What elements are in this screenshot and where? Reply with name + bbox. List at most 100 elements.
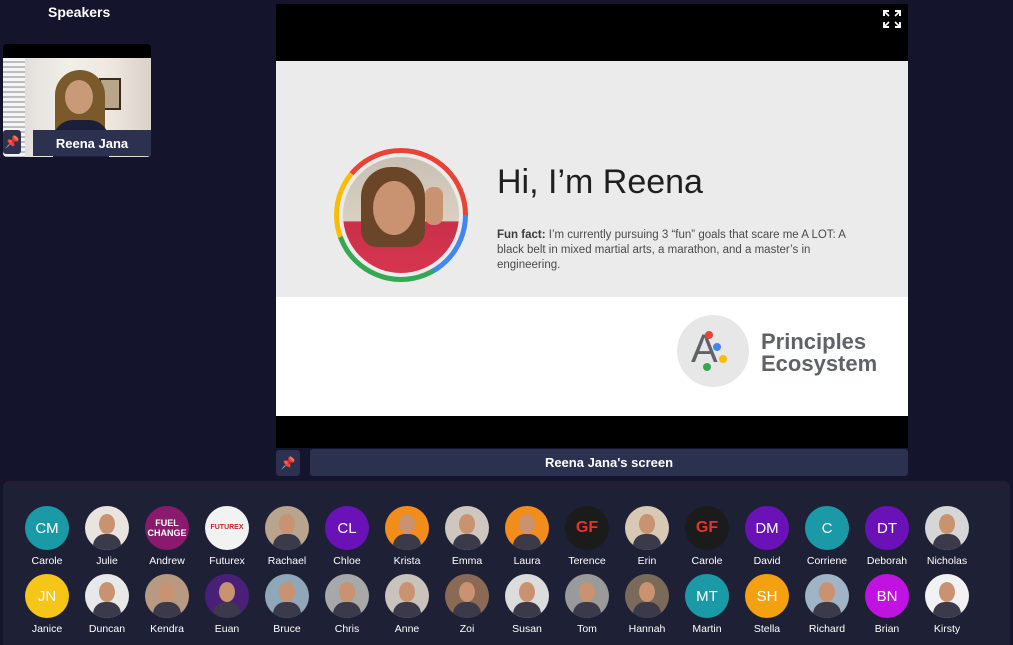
pin-screen-button[interactable]: 📌 [276,450,300,476]
screen-share[interactable]: Hi, I’m Reena Fun fact: I’m currently pu… [276,4,908,448]
avatar-photo-body [453,602,481,618]
profile-photo-ring [334,148,468,282]
avatar-photo [159,582,175,602]
attendee-name: David [753,555,781,567]
attendee[interactable]: DM David [737,506,797,567]
attendee[interactable]: JN Janice [17,574,77,635]
attendee-name: Deborah [866,555,908,567]
attendee-name: Stella [753,623,781,635]
attendee[interactable]: FUEL CHANGE Andrew [137,506,197,567]
attendee[interactable]: Julie [77,506,137,567]
attendee[interactable]: Chris [317,574,377,635]
attendee[interactable]: Erin [617,506,677,567]
attendee[interactable]: Krista [377,506,437,567]
avatar-initials: MT [696,587,718,605]
avatar-logo: FUEL CHANGE [147,518,187,538]
expand-icon [883,10,901,28]
avatar-initials: JN [37,587,57,605]
attendee[interactable]: Richard [797,574,857,635]
pin-speaker-button[interactable]: 📌 [3,130,21,154]
attendee[interactable]: Emma [437,506,497,567]
speakers-title: Speakers [48,4,111,20]
avatar-photo [279,514,295,534]
attendee[interactable]: GF Carole [677,506,737,567]
attendee-name: Zoi [459,623,475,635]
avatar-photo-body [513,534,541,550]
avatar-initials: C [821,519,833,537]
attendee-name: Duncan [88,623,126,635]
attendee[interactable]: Duncan [77,574,137,635]
avatar: GF [565,506,609,550]
attendee[interactable]: FUTUREX Futurex [197,506,257,567]
attendee-name: Emma [451,555,483,567]
attendee-name: Bruce [273,623,301,635]
avatar: CL [325,506,369,550]
avatar [625,574,669,618]
avatar: MT [685,574,729,618]
attendee[interactable]: Kendra [137,574,197,635]
attendee-name: Janice [31,623,63,635]
screen-share-label: Reena Jana's screen [310,449,908,476]
profile-photo [343,157,459,273]
avatar [445,506,489,550]
avatar: C [805,506,849,550]
logo-line2: Ecosystem [761,351,878,376]
avatar [265,506,309,550]
principles-logo-icon: A [677,315,749,387]
avatar-photo-body [633,602,661,618]
attendees-row-2: JN Janice Duncan Kendra Euan Bruce Chris Anne Zo… [17,574,977,635]
avatar-photo-body [513,602,541,618]
attendee[interactable]: Nicholas [917,506,977,567]
avatar: DT [865,506,909,550]
attendee[interactable]: BN Brian [857,574,917,635]
avatar-photo [339,582,355,602]
avatar [145,574,189,618]
logo-text: Principles Ecosystem [761,331,877,375]
attendee[interactable]: CM Carole [17,506,77,567]
attendee[interactable]: Bruce [257,574,317,635]
fullscreen-icon[interactable] [882,10,902,30]
speaker-tile[interactable]: 📌 Reena Jana [3,44,151,157]
attendee[interactable]: Laura [497,506,557,567]
attendee[interactable]: Susan [497,574,557,635]
avatar-photo-body [393,602,421,618]
attendee[interactable]: Kirsty [917,574,977,635]
avatar-photo [219,582,235,602]
attendees-row-1: CM Carole Julie FUEL CHANGE Andrew FUTUREX Fut… [17,506,977,567]
attendee[interactable]: Rachael [257,506,317,567]
attendee[interactable]: Euan [197,574,257,635]
avatar-logo: FUTUREX [210,524,244,531]
avatar-photo-body [93,602,121,618]
avatar [505,506,549,550]
attendee[interactable]: Tom [557,574,617,635]
attendee-name: Brian [874,623,900,635]
avatar-photo-body [813,602,841,618]
attendee[interactable]: SH Stella [737,574,797,635]
avatar-photo-body [213,602,241,618]
avatar [385,574,429,618]
avatar-photo-body [933,602,961,618]
avatar-photo-body [93,534,121,550]
attendees-panel: CM Carole Julie FUEL CHANGE Andrew FUTUREX Fut… [3,481,1010,645]
attendee[interactable]: GF Terence [557,506,617,567]
avatar [805,574,849,618]
avatar [445,574,489,618]
attendee[interactable]: C Corriene [797,506,857,567]
avatar-photo [819,582,835,602]
attendee[interactable]: Anne [377,574,437,635]
attendee-name: Terence [568,555,606,567]
attendee[interactable]: MT Martin [677,574,737,635]
avatar: DM [745,506,789,550]
avatar-initials: DM [755,519,779,537]
attendee[interactable]: CL Chloe [317,506,377,567]
avatar [205,574,249,618]
attendee[interactable]: DT Deborah [857,506,917,567]
avatar [625,506,669,550]
pin-icon: 📌 [280,456,296,470]
avatar-photo-body [393,534,421,550]
attendee[interactable]: Hannah [617,574,677,635]
slide-title: Hi, I’m Reena [497,163,703,201]
attendee-name: Martin [692,623,722,635]
avatar-photo [99,582,115,602]
attendee[interactable]: Zoi [437,574,497,635]
